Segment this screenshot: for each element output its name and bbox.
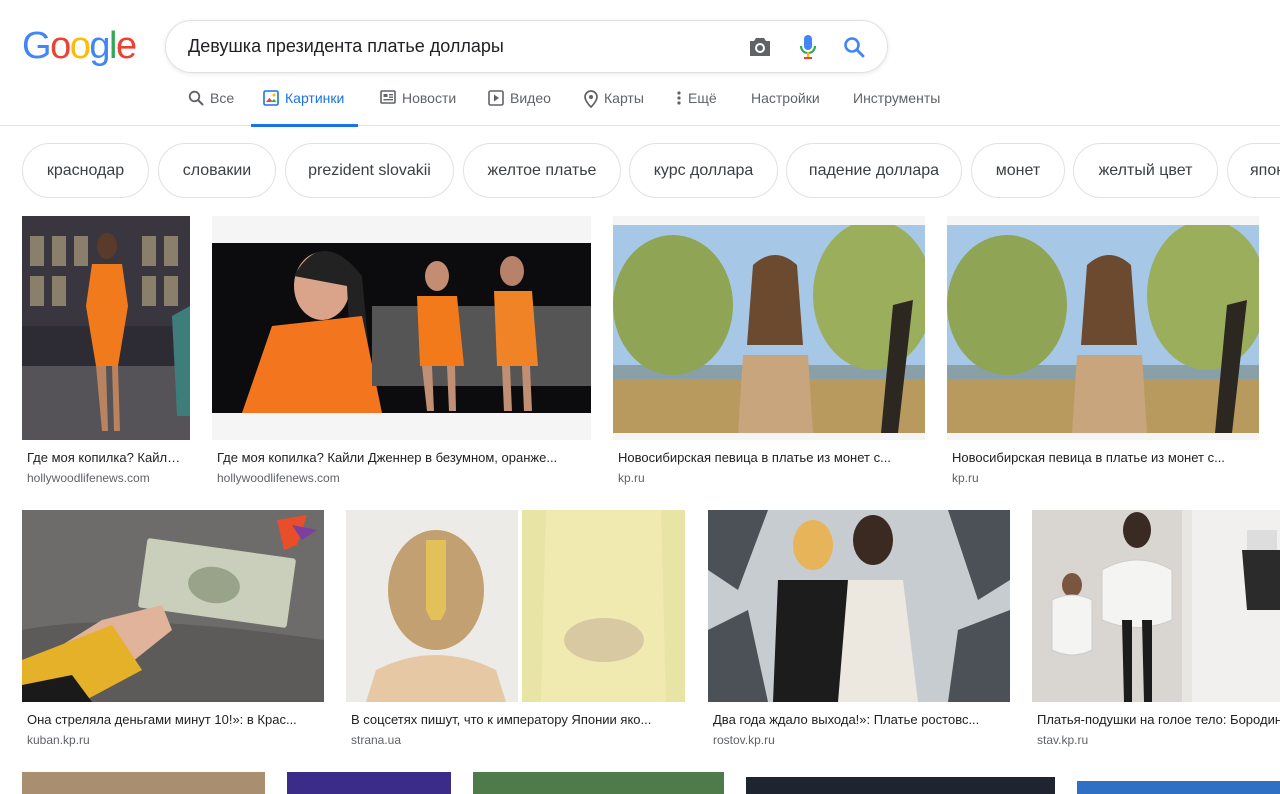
image-result[interactable]: Новосибирская певица в платье из монет с…	[947, 216, 1259, 488]
tab-tools[interactable]: Инструменты	[853, 84, 940, 126]
result-title[interactable]: Два года ждало выхода!»: Платье ростовс.…	[713, 712, 1007, 727]
logo-letter: o	[69, 25, 91, 67]
microphone-icon[interactable]	[794, 33, 822, 61]
image-result[interactable]: Она стреляла деньгами минут 10!»: в Крас…	[22, 510, 324, 750]
logo-letter: o	[50, 25, 71, 67]
logo-letter: l	[108, 25, 117, 67]
logo-letter: g	[89, 25, 110, 67]
result-thumbnail[interactable]	[1077, 781, 1280, 794]
result-thumbnail[interactable]	[708, 510, 1010, 702]
header: Google Девушка президента платье доллары…	[0, 0, 1280, 127]
tab-images[interactable]: Картинки	[250, 84, 359, 127]
result-thumbnail[interactable]	[1032, 510, 1280, 702]
result-thumbnail[interactable]	[212, 216, 591, 440]
tab-label: Ещё	[688, 90, 717, 106]
tab-maps[interactable]: Карты	[584, 84, 644, 126]
image-icon	[263, 90, 279, 106]
image-result[interactable]: Где моя копилка? Кайли ... hollywoodlife…	[22, 216, 190, 488]
result-title[interactable]: Новосибирская певица в платье из монет с…	[618, 450, 922, 465]
logo-letter: e	[115, 25, 137, 67]
logo-letter: G	[22, 25, 52, 67]
result-title[interactable]: Где моя копилка? Кайли ...	[27, 450, 187, 465]
search-icon	[188, 90, 204, 106]
chip[interactable]: prezident slovakii	[285, 143, 454, 198]
result-source: hollywoodlifenews.com	[27, 471, 150, 485]
more-vert-icon	[677, 91, 681, 105]
result-thumbnail[interactable]	[947, 216, 1259, 440]
chip[interactable]: падение доллара	[786, 143, 962, 198]
tab-label: Инструменты	[853, 90, 941, 106]
result-thumbnail[interactable]	[22, 216, 190, 440]
result-source: kp.ru	[952, 471, 979, 485]
result-thumbnail[interactable]	[346, 510, 685, 702]
chip[interactable]: краснодар	[22, 143, 149, 198]
result-source: kp.ru	[618, 471, 645, 485]
result-source: kuban.kp.ru	[27, 733, 90, 747]
result-thumbnail[interactable]	[287, 772, 451, 794]
result-thumbnail[interactable]	[22, 510, 324, 702]
image-result[interactable]: Платья-подушки на голое тело: Бородина s…	[1032, 510, 1280, 750]
result-thumbnail[interactable]	[613, 216, 925, 440]
related-searches-chips: краснодар словакии prezident slovakii же…	[22, 143, 1280, 199]
image-result[interactable]	[746, 777, 1055, 794]
tab-more[interactable]: Ещё	[676, 84, 717, 126]
result-source: strana.ua	[351, 733, 402, 747]
tab-label: Картинки	[285, 90, 345, 106]
result-title[interactable]: Новосибирская певица в платье из монет с…	[952, 450, 1256, 465]
image-result[interactable]: В соцсетях пишут, что к императору Япони…	[346, 510, 685, 750]
result-title[interactable]: В соцсетях пишут, что к императору Япони…	[351, 712, 683, 727]
search-box[interactable]: Девушка президента платье доллары	[165, 20, 888, 73]
tab-all[interactable]: Все	[188, 84, 234, 126]
result-source: hollywoodlifenews.com	[217, 471, 340, 485]
map-pin-icon	[584, 90, 598, 108]
google-logo[interactable]: Google	[22, 25, 137, 67]
chip[interactable]: монет	[971, 143, 1065, 198]
search-input[interactable]: Девушка президента платье доллары	[188, 36, 504, 57]
chip[interactable]: японии	[1227, 143, 1280, 198]
image-result[interactable]	[22, 772, 265, 794]
tab-news[interactable]: Новости	[380, 84, 456, 126]
result-source: stav.kp.ru	[1037, 733, 1089, 747]
tab-label: Все	[210, 90, 235, 106]
result-thumbnail[interactable]	[473, 772, 724, 794]
news-icon	[380, 90, 396, 104]
chip[interactable]: желтый цвет	[1073, 143, 1218, 198]
tab-label: Настройки	[751, 90, 820, 106]
result-title[interactable]: Она стреляла деньгами минут 10!»: в Крас…	[27, 712, 321, 727]
result-title[interactable]: Где моя копилка? Кайли Дженнер в безумно…	[217, 450, 589, 465]
search-icon[interactable]	[840, 33, 868, 61]
image-result[interactable]: Где моя копилка? Кайли Дженнер в безумно…	[212, 216, 591, 488]
result-title[interactable]: Платья-подушки на голое тело: Бородина	[1037, 712, 1280, 727]
tab-label: Новости	[402, 90, 457, 106]
result-thumbnail[interactable]	[22, 772, 265, 794]
image-result[interactable]	[287, 772, 451, 794]
image-result[interactable]	[1077, 781, 1280, 794]
camera-icon[interactable]	[746, 33, 774, 61]
image-result[interactable]: Два года ждало выхода!»: Платье ростовс.…	[708, 510, 1010, 750]
image-result[interactable]: Новосибирская певица в платье из монет с…	[613, 216, 925, 488]
tab-settings[interactable]: Настройки	[751, 84, 820, 126]
video-icon	[488, 90, 504, 106]
chip[interactable]: курс доллара	[629, 143, 778, 198]
image-result[interactable]	[473, 772, 724, 794]
tab-video[interactable]: Видео	[488, 84, 551, 126]
chip[interactable]: словакии	[158, 143, 276, 198]
tab-label: Видео	[510, 90, 551, 106]
tab-label: Карты	[604, 90, 644, 106]
result-source: rostov.kp.ru	[713, 733, 775, 747]
result-thumbnail[interactable]	[746, 777, 1055, 794]
chip[interactable]: желтое платье	[463, 143, 621, 198]
